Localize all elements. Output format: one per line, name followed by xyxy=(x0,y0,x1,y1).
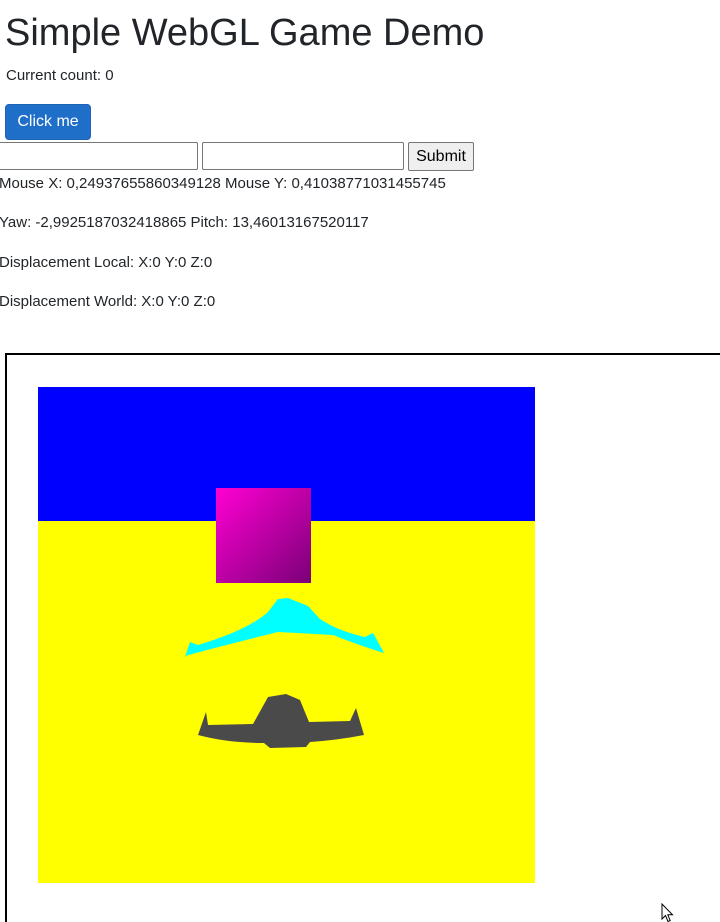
click-me-button[interactable]: Click me xyxy=(5,104,91,140)
magenta-cube xyxy=(216,488,311,583)
current-count-text: Current count: 0 xyxy=(6,67,114,84)
displacement-local-text: Displacement Local: X:0 Y:0 Z:0 xyxy=(0,254,213,271)
text-input-first[interactable] xyxy=(0,142,198,170)
text-input-second[interactable] xyxy=(202,142,404,170)
mouse-pointer-icon xyxy=(661,903,674,922)
page-title: Simple WebGL Game Demo xyxy=(5,12,485,54)
yaw-pitch-text: Yaw: -2,9925187032418865 Pitch: 13,46013… xyxy=(0,214,369,231)
displacement-world-text: Displacement World: X:0 Y:0 Z:0 xyxy=(0,293,216,310)
mouse-coordinates-text: Mouse X: 0,24937655860349128 Mouse Y: 0,… xyxy=(0,175,446,192)
webgl-scene[interactable] xyxy=(38,387,535,883)
submit-button[interactable]: Submit xyxy=(408,142,474,171)
page: Simple WebGL Game Demo Current count: 0 … xyxy=(0,0,720,922)
